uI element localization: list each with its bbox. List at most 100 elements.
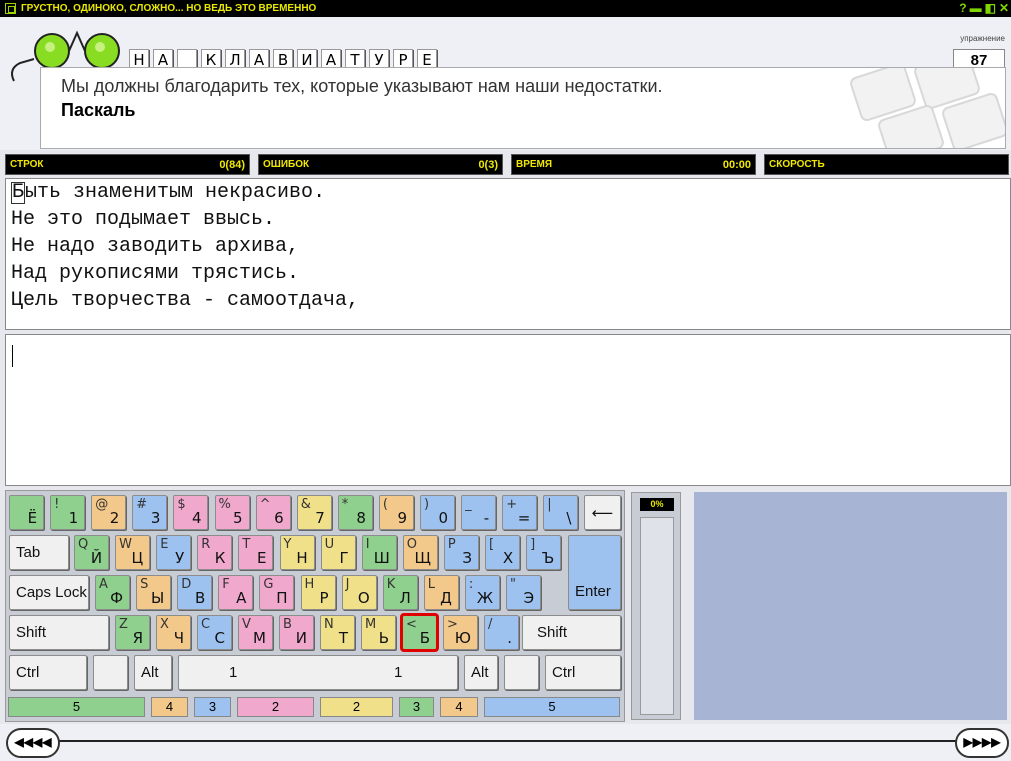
key-2[interactable]: @2	[91, 495, 127, 530]
quote-text: Мы должны благодарить тех, которые указы…	[61, 76, 663, 96]
key-space[interactable]: 11	[178, 655, 458, 690]
key-shift-left[interactable]: Shift	[9, 615, 109, 650]
key-symbol: Ч	[173, 629, 184, 647]
key-Ш[interactable]: IШ	[361, 535, 397, 570]
key-И[interactable]: BИ	[279, 615, 314, 650]
key-symbol: С	[214, 629, 225, 647]
key-Щ[interactable]: OЩ	[402, 535, 438, 570]
finger-legend: 54322345	[5, 697, 625, 719]
key-shift-symbol: T	[242, 537, 251, 552]
key-М[interactable]: VМ	[238, 615, 273, 650]
prev-button[interactable]: ◀◀◀◀	[6, 728, 60, 758]
stat-value: 0(3)	[478, 158, 498, 171]
key-5[interactable]: % 5	[214, 495, 250, 530]
key-4[interactable]: $4	[173, 495, 209, 530]
key-Б[interactable]: < Б	[400, 613, 439, 652]
key-9[interactable]: (9	[378, 495, 414, 530]
key-Ц[interactable]: WЦ	[115, 535, 151, 570]
key-label: Ctrl	[16, 664, 40, 681]
key-Э[interactable]: " Э	[506, 575, 542, 610]
key-8[interactable]: * 8	[337, 495, 373, 530]
key-win-right[interactable]	[504, 655, 539, 690]
key-7[interactable]: & 7	[296, 495, 332, 530]
key-А[interactable]: FА	[218, 575, 254, 610]
key--[interactable]: _ -	[461, 495, 497, 530]
key-symbol: =	[517, 509, 531, 527]
key-label: Caps Lock	[16, 584, 87, 601]
text-line: Над рукописями трястись.	[11, 262, 300, 285]
key-\[interactable]: | \	[543, 495, 579, 530]
key-Ь[interactable]: MЬ	[361, 615, 396, 650]
key-У[interactable]: EУ	[156, 535, 192, 570]
key-symbol: Ь	[378, 629, 389, 647]
key-Ж[interactable]: :Ж	[464, 575, 500, 610]
key-symbol: Т	[338, 629, 348, 647]
key-Ч[interactable]: XЧ	[156, 615, 191, 650]
key-=[interactable]: + =	[502, 495, 538, 530]
key-shift-symbol: #	[136, 497, 148, 512]
key-Г[interactable]: UГ	[320, 535, 356, 570]
key-shift-symbol: (	[382, 497, 388, 512]
key-symbol: К	[214, 549, 226, 567]
next-button[interactable]: ▶▶▶▶	[955, 728, 1009, 758]
key-Р[interactable]: HР	[300, 575, 336, 610]
key-Н[interactable]: YН	[279, 535, 315, 570]
key-backspace[interactable]: ⟵	[584, 495, 621, 530]
nav-bar: ◀◀◀◀ ▶▶▶▶	[0, 724, 1011, 761]
key-Т[interactable]: NТ	[320, 615, 355, 650]
minimize-button[interactable]: ▬	[970, 0, 982, 16]
key-К[interactable]: RК	[197, 535, 233, 570]
key-0[interactable]: ) 0	[420, 495, 456, 530]
key-shift-symbol: [	[489, 537, 495, 552]
key-symbol: Х	[502, 549, 514, 567]
key-В[interactable]: DВ	[177, 575, 213, 610]
key-shift-right[interactable]: Shift	[522, 615, 621, 650]
key-Й[interactable]: QЙ	[74, 535, 110, 570]
key-С[interactable]: CС	[197, 615, 232, 650]
key-shift-symbol: !	[54, 497, 60, 512]
key-shift-symbol: A	[99, 577, 108, 592]
key-caps-lock[interactable]: Caps Lock	[9, 575, 89, 610]
key-Ф[interactable]: AФ	[95, 575, 131, 610]
key-symbol: 4	[191, 509, 202, 527]
key-alt-left[interactable]: Alt	[134, 655, 172, 690]
key-ctrl-right[interactable]: Ctrl	[545, 655, 621, 690]
key-П[interactable]: GП	[259, 575, 295, 610]
stat-label: ОШИБОК	[263, 159, 310, 170]
key-Д[interactable]: LД	[423, 575, 459, 610]
key-Ё[interactable]: Ё	[9, 495, 45, 530]
stat-value: 00:00	[722, 158, 751, 171]
stat-label: СТРОК	[10, 159, 44, 170]
finger-zone: 4	[151, 697, 188, 717]
stat-time: ВРЕМЯ 00:00	[511, 154, 756, 175]
typing-input-area[interactable]	[5, 334, 1011, 486]
key-3[interactable]: #3	[132, 495, 168, 530]
key-enter[interactable]: Enter	[568, 535, 621, 610]
key-shift-symbol: U	[324, 537, 335, 552]
key-Ы[interactable]: SЫ	[136, 575, 172, 610]
key-.[interactable]: /.	[484, 615, 519, 650]
close-button[interactable]: ✕	[999, 0, 1009, 16]
key-ctrl-left[interactable]: Ctrl	[9, 655, 87, 690]
key-1[interactable]: ! 1	[50, 495, 86, 530]
key-Л[interactable]: KЛ	[382, 575, 418, 610]
key-Ъ[interactable]: ] Ъ	[526, 535, 562, 570]
key-shift-symbol: E	[160, 537, 169, 552]
key-win-left[interactable]	[93, 655, 128, 690]
key-symbol: Й	[90, 549, 103, 567]
key-shift-symbol: M	[365, 617, 377, 632]
key-tab[interactable]: Tab	[9, 535, 69, 570]
key-З[interactable]: PЗ	[443, 535, 479, 570]
key-Х[interactable]: [Х	[485, 535, 521, 570]
maximize-button[interactable]: ◧	[985, 0, 996, 16]
key-Ю[interactable]: > Ю	[443, 615, 478, 650]
key-shift-symbol: D	[181, 577, 192, 592]
key-Я[interactable]: ZЯ	[115, 615, 150, 650]
key-alt-right[interactable]: Alt	[464, 655, 498, 690]
key-6[interactable]: ^ 6	[255, 495, 291, 530]
text-caret	[12, 345, 13, 367]
key-shift-symbol: +	[506, 497, 518, 512]
help-button[interactable]: ?	[959, 0, 966, 16]
key-О[interactable]: JО	[341, 575, 377, 610]
key-Е[interactable]: TЕ	[238, 535, 274, 570]
